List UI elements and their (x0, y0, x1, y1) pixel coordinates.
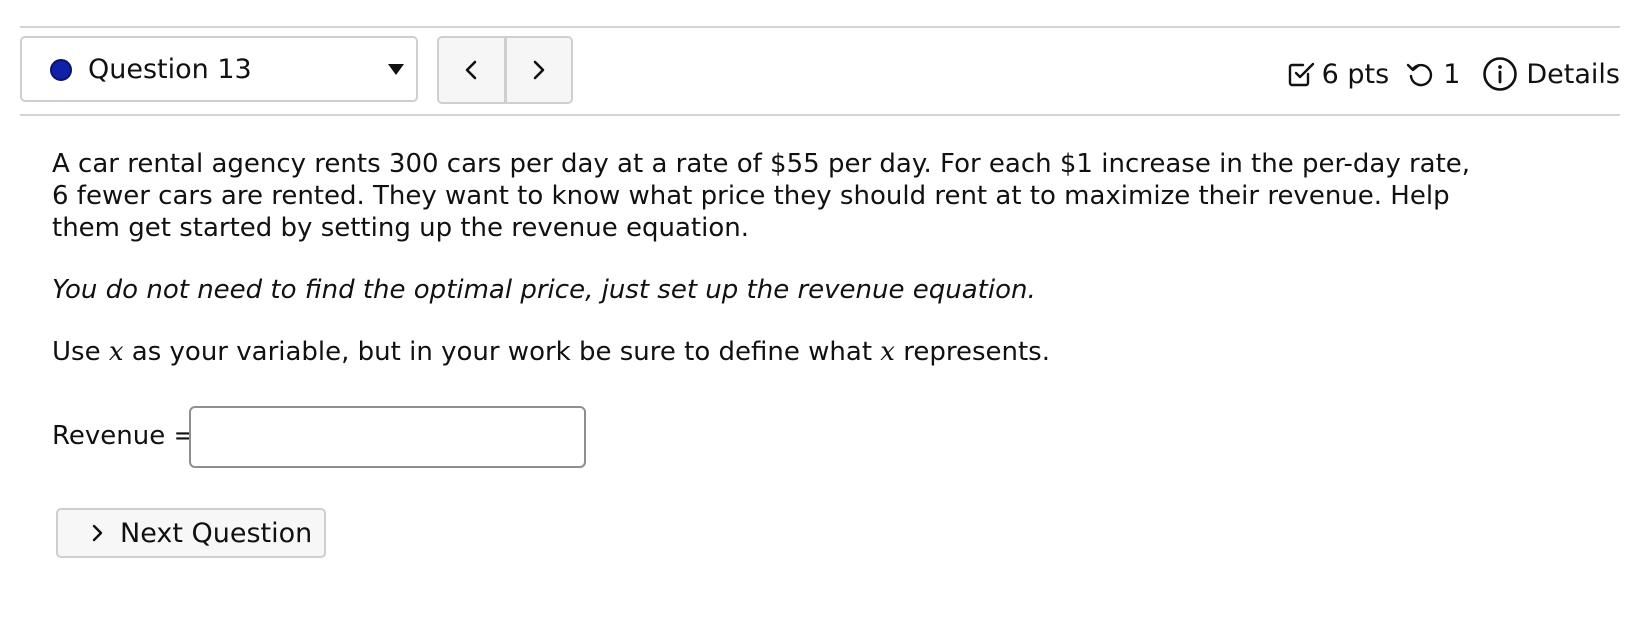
points-indicator: 6 pts (1286, 58, 1390, 90)
chevron-right-icon (90, 523, 104, 543)
question-body: A car rental agency rents 300 cars per d… (52, 148, 1472, 368)
details-label: Details (1526, 58, 1620, 90)
question-selector-label: Question 13 (88, 54, 252, 85)
question-status-dot (50, 59, 72, 81)
caret-down-icon (388, 64, 404, 75)
next-question-pager-button[interactable] (507, 38, 572, 102)
next-question-button[interactable]: Next Question (56, 508, 326, 558)
points-label: 6 pts (1321, 58, 1390, 90)
revenue-input[interactable] (189, 406, 586, 468)
chevron-right-icon (533, 60, 545, 80)
math-variable: x (880, 337, 895, 367)
question-selector[interactable]: Question 13 (20, 36, 418, 102)
retry-icon (1407, 63, 1433, 87)
question-meta: 6 pts 1 Details (1286, 56, 1620, 92)
math-variable: x (108, 337, 124, 367)
next-question-label: Next Question (120, 517, 313, 549)
retries-indicator: 1 (1389, 59, 1460, 90)
top-divider (20, 26, 1620, 28)
chevron-left-icon (465, 60, 477, 80)
question-prompt: A car rental agency rents 300 cars per d… (52, 149, 1471, 243)
info-icon (1483, 57, 1518, 91)
details-button[interactable]: Details (1460, 56, 1620, 92)
revenue-label: Revenue = (52, 421, 196, 451)
retries-label: 1 (1443, 58, 1461, 90)
header-divider (20, 114, 1620, 116)
var-instruction-suffix: represents. (903, 337, 1050, 367)
var-instruction-prefix: Use (52, 337, 101, 367)
var-instruction-middle: as your variable, but in your work be su… (131, 337, 873, 367)
variable-instruction: Use x as your variable, but in your work… (52, 336, 1472, 368)
question-note: You do not need to find the optimal pric… (52, 275, 1036, 305)
question-pager (437, 36, 573, 104)
top-cutoff-text (0, 0, 520, 4)
checkbox-icon (1288, 62, 1314, 87)
previous-question-button[interactable] (439, 38, 507, 102)
